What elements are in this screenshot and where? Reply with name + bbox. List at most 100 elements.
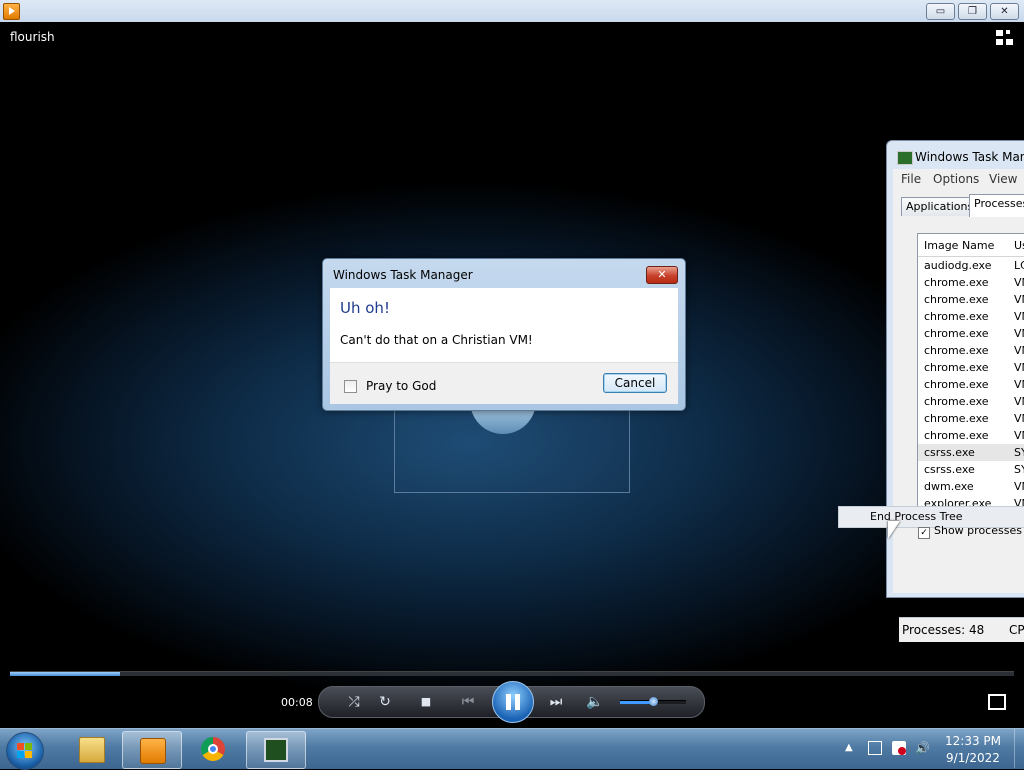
process-user: VM (1014, 327, 1024, 340)
network-icon[interactable] (868, 741, 882, 755)
close-button[interactable]: ✕ (990, 3, 1019, 20)
pray-to-god-checkbox[interactable] (344, 380, 357, 393)
taskbar-clock[interactable]: 12:33 PM 9/1/2022 (940, 733, 1006, 767)
process-name: csrss.exe (924, 463, 975, 476)
process-name: chrome.exe (924, 412, 989, 425)
tray-expand-icon[interactable]: ▲ (845, 742, 853, 753)
volume-slider[interactable] (620, 697, 686, 706)
process-name: chrome.exe (924, 429, 989, 442)
dialog-close-button[interactable]: ✕ (646, 266, 678, 284)
taskbar-explorer[interactable] (62, 731, 120, 767)
start-button[interactable] (6, 732, 44, 770)
volume-icon[interactable]: 🔈 (584, 692, 606, 712)
minimize-button[interactable]: ▭ (926, 3, 955, 20)
menu-view[interactable]: View (989, 172, 1017, 186)
column-image-name[interactable]: Image Name (924, 239, 994, 252)
process-row[interactable]: chrome.exe VM (918, 274, 1024, 291)
chrome-icon (201, 737, 225, 761)
process-row[interactable]: chrome.exe VM (918, 291, 1024, 308)
dialog-content: Uh oh! Can't do that on a Christian VM! (330, 288, 678, 362)
tab-applications[interactable]: Applications (901, 197, 979, 216)
repeat-icon[interactable]: ↻ (374, 692, 396, 712)
error-dialog: Windows Task Manager ✕ Uh oh! Can't do t… (322, 258, 686, 411)
menu-file[interactable]: File (901, 172, 921, 186)
process-row[interactable]: chrome.exe VM (918, 376, 1024, 393)
process-user: VM (1014, 344, 1024, 357)
process-user: SY (1014, 446, 1024, 459)
stop-icon[interactable]: ■ (415, 692, 437, 712)
taskbar-chrome[interactable] (184, 731, 242, 767)
folder-icon (79, 737, 105, 763)
process-user: VM (1014, 395, 1024, 408)
pray-to-god-label[interactable]: Pray to God (366, 379, 436, 393)
dialog-title: Windows Task Manager (333, 268, 473, 282)
task-manager-statusbar: Processes: 48 CPU (899, 617, 1024, 642)
task-manager-taskbar-icon (264, 738, 288, 762)
process-name: dwm.exe (924, 480, 974, 493)
mouse-cursor-icon (888, 521, 900, 539)
process-user: SY (1014, 463, 1024, 476)
status-process-count: Processes: 48 (902, 623, 985, 637)
pause-button[interactable] (492, 681, 534, 723)
process-user: VM (1014, 361, 1024, 374)
process-user: VM (1014, 412, 1024, 425)
dialog-message: Can't do that on a Christian VM! (340, 333, 533, 347)
show-all-label: Show processes fro (934, 524, 1024, 537)
show-all-processes-checkbox[interactable]: ✓ Show processes fro (918, 524, 1024, 539)
process-user: VM (1014, 276, 1024, 289)
clock-time: 12:33 PM (945, 734, 1001, 748)
video-title: flourish (10, 30, 55, 44)
task-manager-title: Windows Task Mana (915, 150, 1024, 164)
task-manager-menubar: File Options View (893, 169, 1024, 189)
process-row[interactable]: chrome.exe VM (918, 410, 1024, 427)
process-row[interactable]: chrome.exe VM (918, 325, 1024, 342)
process-row[interactable]: audiodg.exe LC (918, 257, 1024, 274)
tab-processes[interactable]: Processes (969, 194, 1024, 217)
window-titlebar: ▭ ❐ ✕ (0, 0, 1024, 23)
previous-icon[interactable]: ⏮ (451, 692, 485, 712)
process-row[interactable]: dwm.exe VM (918, 478, 1024, 495)
process-user: VM (1014, 429, 1024, 442)
restore-button[interactable]: ❐ (958, 3, 987, 20)
switch-to-library-icon[interactable] (996, 30, 1014, 46)
process-name: chrome.exe (924, 395, 989, 408)
process-row[interactable]: csrss.exe SY (918, 461, 1024, 478)
process-row[interactable]: csrss.exe SY (918, 444, 1024, 461)
process-row[interactable]: chrome.exe VM (918, 308, 1024, 325)
cancel-button[interactable]: Cancel (603, 373, 667, 393)
process-name: chrome.exe (924, 344, 989, 357)
process-row[interactable]: chrome.exe VM (918, 393, 1024, 410)
fullscreen-icon[interactable] (988, 694, 1006, 710)
elapsed-time: 00:08 (281, 696, 313, 709)
dialog-footer: Pray to God Cancel (330, 362, 678, 404)
process-row[interactable]: chrome.exe VM (918, 427, 1024, 444)
volume-slider-knob[interactable] (649, 697, 658, 706)
speaker-icon[interactable]: 🔊 (915, 741, 930, 755)
menu-options[interactable]: Options (933, 172, 979, 186)
show-desktop-button[interactable] (1014, 729, 1024, 768)
pause-icon (506, 694, 511, 710)
process-name: chrome.exe (924, 378, 989, 391)
seek-bar[interactable] (10, 671, 1014, 676)
column-user[interactable]: Us (1014, 239, 1024, 252)
checkbox-checked-icon: ✓ (918, 527, 930, 539)
shuffle-icon[interactable]: ⤮ (343, 692, 365, 712)
process-row[interactable]: chrome.exe VM (918, 359, 1024, 376)
taskbar-task-manager[interactable] (246, 731, 306, 769)
process-list[interactable]: Image Name Us audiodg.exeLC chrome.exe VM c… (917, 233, 1024, 511)
process-user: LC (1014, 259, 1024, 272)
media-player-app-icon[interactable] (3, 3, 20, 20)
process-name: chrome.exe (924, 310, 989, 323)
media-player-icon (140, 738, 166, 764)
action-center-flag-icon[interactable] (892, 741, 906, 755)
taskbar-media-player[interactable] (122, 731, 182, 769)
seek-bar-progress (10, 672, 121, 676)
process-list-header: Image Name Us (918, 234, 1024, 257)
process-user: VM (1014, 378, 1024, 391)
process-row[interactable]: chrome.exe VM (918, 342, 1024, 359)
next-icon[interactable]: ⏭ (539, 692, 573, 712)
process-name: chrome.exe (924, 276, 989, 289)
process-name: chrome.exe (924, 293, 989, 306)
process-name: csrss.exe (924, 446, 975, 459)
process-user: VM (1014, 293, 1024, 306)
